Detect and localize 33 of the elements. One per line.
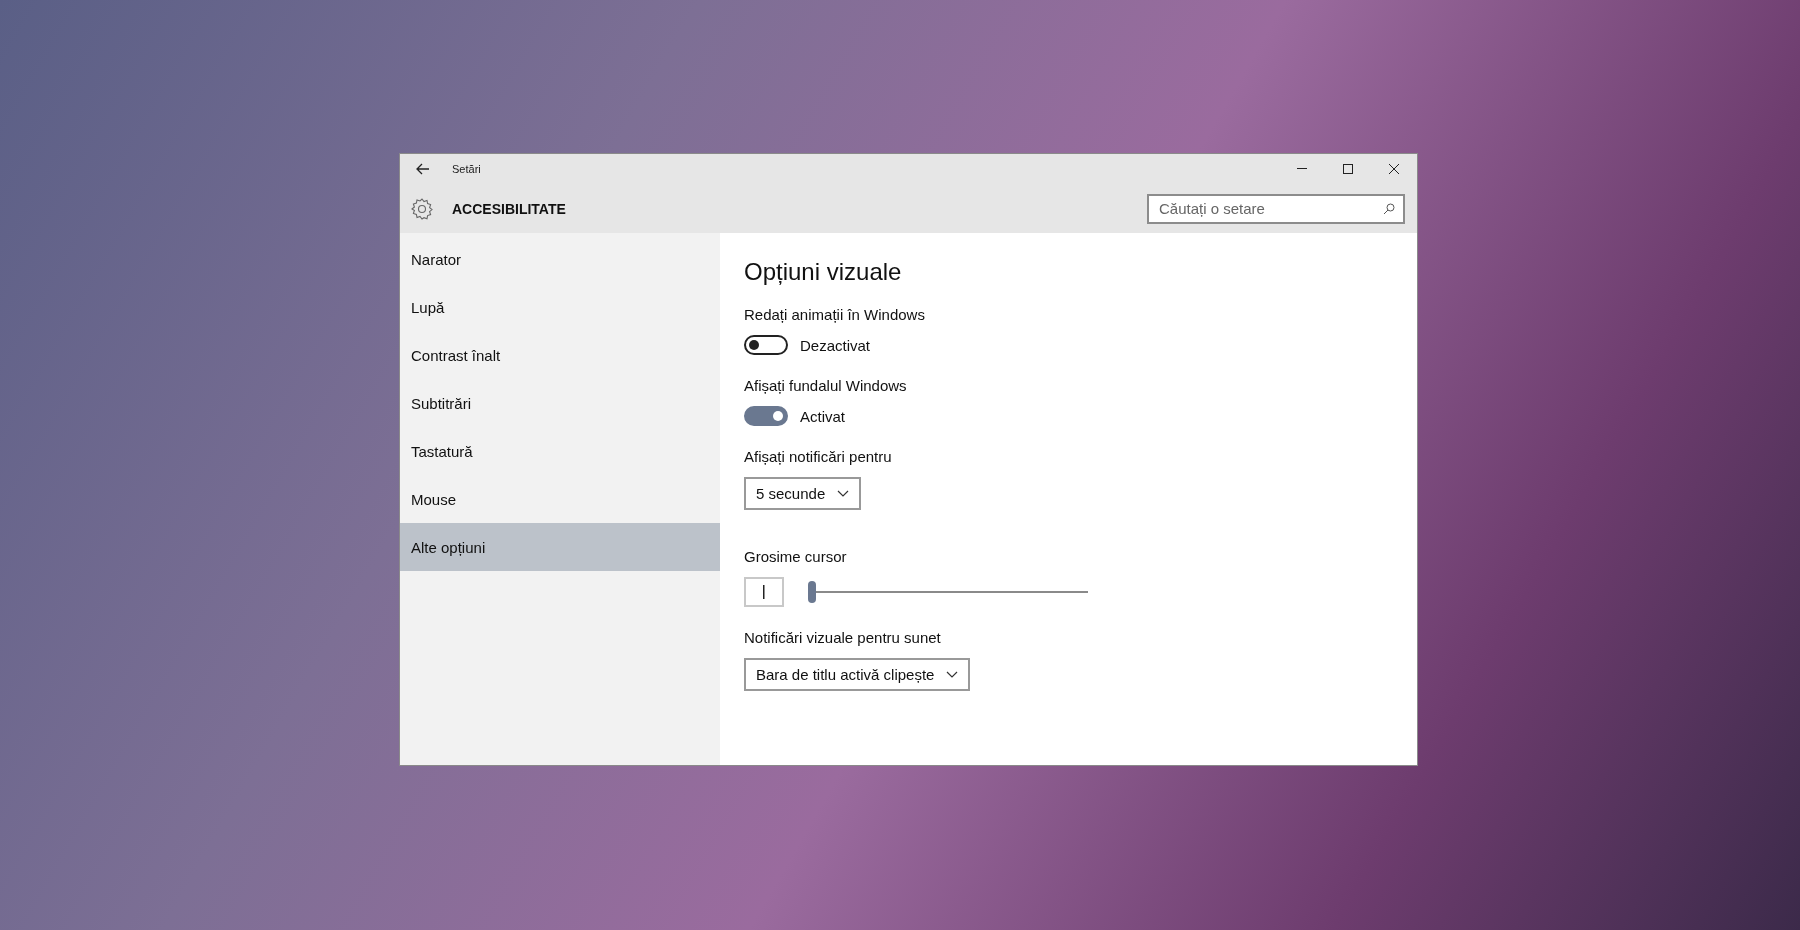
chevron-down-icon bbox=[837, 490, 850, 497]
section-title: ACCESIBILITATE bbox=[452, 200, 567, 217]
dropdown[interactable]: Bara de titlu activă clipește bbox=[744, 658, 971, 691]
chevron-down-icon bbox=[946, 671, 959, 678]
setting-label: Notificări vizuale pentru sunet bbox=[744, 629, 942, 646]
maximize-icon bbox=[1343, 164, 1353, 174]
sidebar-item[interactable]: Contrast înalt bbox=[400, 331, 720, 379]
slider-thumb[interactable] bbox=[808, 581, 816, 603]
page-title: Opțiuni vizuale bbox=[744, 258, 903, 286]
setting-label: Afișați fundalul Windows bbox=[744, 377, 908, 394]
setting-label: Afișați notificări pentru bbox=[744, 448, 893, 465]
setting-label: Redați animații în Windows bbox=[744, 306, 926, 323]
text-cursor-icon bbox=[763, 585, 765, 599]
toggle-state: Dezactivat bbox=[800, 336, 871, 354]
sidebar-item[interactable]: Subtitrări bbox=[400, 379, 720, 427]
sidebar-item[interactable]: Narator bbox=[400, 235, 720, 283]
slider[interactable] bbox=[808, 580, 1088, 604]
gear-icon bbox=[410, 196, 434, 221]
minimize-icon bbox=[1297, 168, 1307, 170]
back-arrow-icon bbox=[416, 163, 430, 175]
toggle-switch[interactable] bbox=[744, 406, 788, 426]
setting-label: Grosime cursor bbox=[744, 548, 848, 565]
close-icon bbox=[1389, 164, 1399, 174]
toggle-state: Activat bbox=[800, 407, 845, 425]
search-field[interactable]: Căutați o setare bbox=[1147, 193, 1405, 224]
search-icon bbox=[1383, 202, 1395, 215]
window-title: Setări bbox=[452, 163, 482, 175]
dropdown[interactable]: 5 secunde bbox=[744, 477, 862, 510]
sidebar-item[interactable]: Mouse bbox=[400, 475, 720, 523]
sidebar-item[interactable]: Lupă bbox=[400, 283, 720, 331]
sidebar-item[interactable]: Alte opțiuni bbox=[400, 523, 720, 571]
sidebar-item[interactable]: Tastatură bbox=[400, 427, 720, 475]
toggle-switch[interactable] bbox=[744, 335, 788, 355]
